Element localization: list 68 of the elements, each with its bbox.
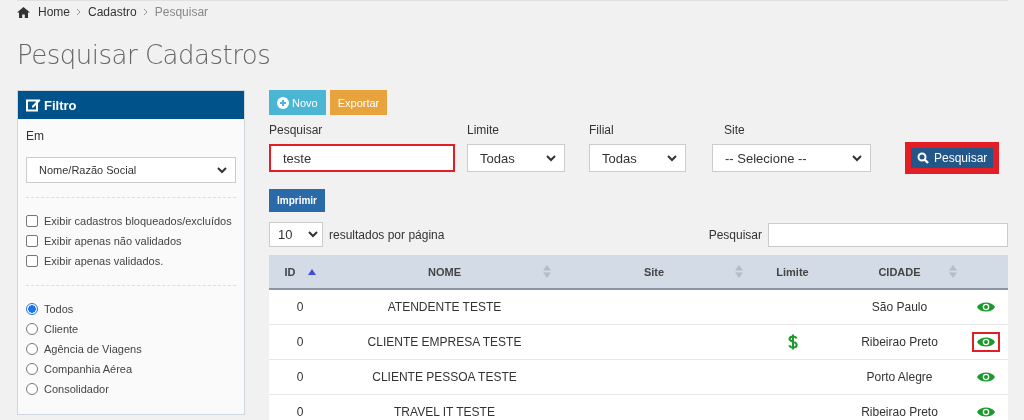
table-cell: São Paulo (835, 289, 964, 325)
column-header[interactable]: CIDADE (835, 255, 964, 289)
checkbox[interactable] (26, 255, 38, 267)
select-field[interactable]: -- Selecione -- (712, 144, 871, 172)
plus-icon (277, 96, 289, 109)
table-cell: Ribeirao Preto (835, 394, 964, 420)
column-header[interactable]: Limite (750, 255, 835, 289)
radio-button[interactable] (26, 363, 38, 375)
page-title: Pesquisar Cadastros (17, 40, 272, 70)
radio-label: Agência de Viagens (44, 343, 142, 355)
radio-button[interactable] (26, 323, 38, 335)
field-label: Filial (589, 123, 615, 137)
panel-title: Filtro (44, 97, 77, 113)
breadcrumb-link[interactable]: Home (38, 5, 70, 19)
field-label: Site (723, 123, 746, 137)
eye-icon (977, 301, 995, 313)
field-label: Pesquisar (269, 123, 324, 137)
table-cell: 0 (269, 289, 331, 325)
select-field[interactable]: Nome/Razão Social (26, 157, 236, 183)
field-label: Limite (467, 123, 500, 137)
checkbox-label: Exibir apenas não validados (44, 235, 182, 247)
breadcrumb-link[interactable]: Cadastro (88, 5, 137, 19)
caret-icon (667, 154, 677, 162)
checkbox-label: Exibir cadastros bloqueados/excluídos (44, 215, 232, 227)
field-label: Pesquisar (708, 227, 762, 242)
checkbox[interactable] (26, 215, 38, 227)
chevron-icon (142, 8, 149, 16)
column-header[interactable]: Site (558, 255, 750, 289)
field-label: Em (26, 129, 45, 143)
page-size-select[interactable]: 10 (269, 222, 323, 247)
search-button[interactable]: Pesquisar (907, 144, 998, 172)
edit-icon (26, 98, 41, 112)
caret-icon (546, 154, 556, 162)
table-cell: Porto Alegre (835, 359, 964, 395)
table-cell: CLIENTE EMPRESA TESTE (331, 324, 558, 360)
eye-icon (977, 336, 995, 348)
search-field[interactable] (768, 222, 1008, 247)
view-button[interactable] (972, 332, 1000, 352)
radio-label: Companhia Aérea (44, 363, 133, 375)
column-header[interactable]: ID (269, 255, 331, 289)
table-cell: ATENDENTE TESTE (331, 289, 558, 325)
table-cell: 0 (269, 394, 331, 420)
chevron-icon (76, 8, 82, 16)
eye-icon (977, 371, 995, 383)
table-cell: Ribeirao Preto (835, 324, 964, 360)
table-cell: CLIENTE PESSOA TESTE (331, 359, 558, 395)
column-header[interactable]: NOME (331, 255, 558, 289)
table-cell: 0 (269, 324, 331, 360)
caret-icon (852, 154, 862, 162)
search-icon (917, 152, 929, 164)
checkbox[interactable] (26, 235, 38, 247)
caret-icon (217, 166, 227, 174)
select-field[interactable]: Todas (467, 144, 565, 172)
page-size-label: resultados por página (329, 227, 445, 242)
table-cell: 0 (269, 359, 331, 395)
select-field[interactable]: Todas (589, 144, 686, 172)
radio-label: Cliente (44, 323, 79, 335)
radio-button[interactable] (26, 383, 38, 395)
radio-label: Consolidador (44, 383, 109, 395)
radio-button[interactable] (26, 303, 38, 315)
checkbox-label: Exibir apenas validados. (44, 255, 164, 267)
radio-button[interactable] (26, 343, 38, 355)
table-cell: TRAVEL IT TESTE (331, 394, 558, 420)
home-icon (17, 6, 30, 18)
print-button[interactable]: Imprimir (269, 189, 325, 212)
radio-label: Todos (44, 303, 74, 315)
search-field[interactable]: teste (269, 144, 455, 172)
caret-icon (308, 231, 318, 238)
